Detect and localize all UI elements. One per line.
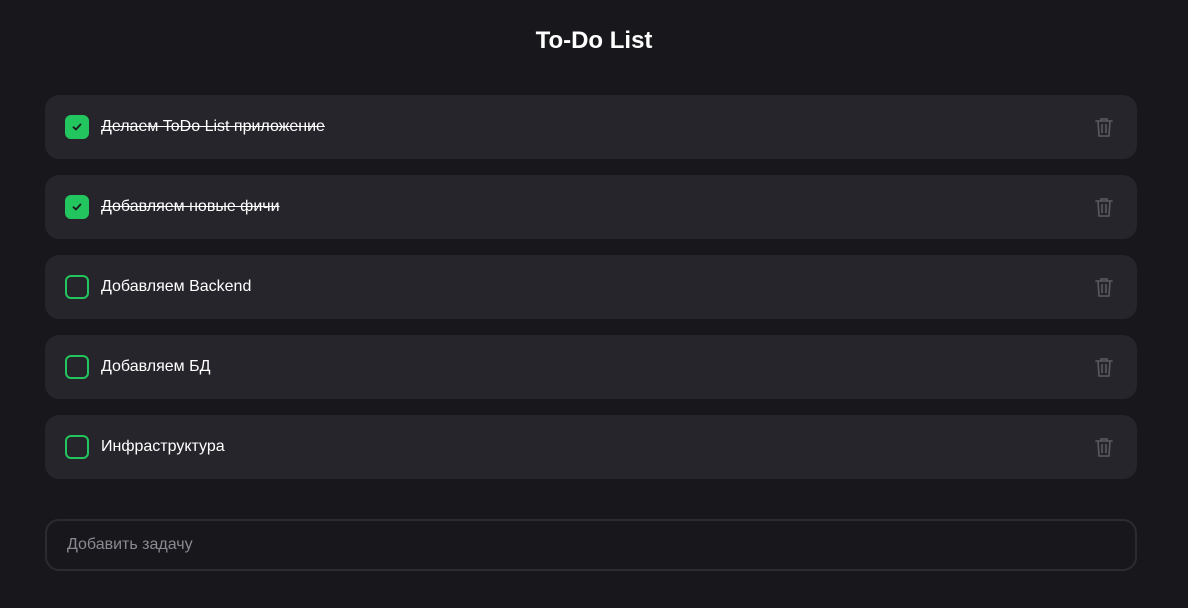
page-title: To-Do List bbox=[535, 27, 653, 54]
task-item: Добавляем БД bbox=[45, 335, 1137, 399]
add-task-input[interactable] bbox=[45, 519, 1137, 571]
task-checkbox[interactable] bbox=[65, 355, 89, 379]
task-item: Добавляем новые фичи bbox=[45, 175, 1137, 239]
task-checkbox[interactable] bbox=[65, 115, 89, 139]
trash-icon[interactable] bbox=[1092, 275, 1116, 299]
task-text: Делаем ToDo List приложение bbox=[101, 118, 325, 135]
task-list: Делаем ToDo List приложение Добавляем но… bbox=[45, 95, 1137, 495]
task-text: Добавляем Backend bbox=[101, 278, 252, 295]
check-icon bbox=[72, 123, 82, 131]
task-item: Добавляем Backend bbox=[45, 255, 1137, 319]
trash-icon[interactable] bbox=[1092, 435, 1116, 459]
task-text: Инфраструктура bbox=[101, 438, 225, 455]
check-icon bbox=[72, 203, 82, 211]
task-checkbox[interactable] bbox=[65, 195, 89, 219]
trash-icon[interactable] bbox=[1092, 195, 1116, 219]
task-item: Делаем ToDo List приложение bbox=[45, 95, 1137, 159]
task-text: Добавляем БД bbox=[101, 358, 211, 375]
task-text: Добавляем новые фичи bbox=[101, 198, 280, 215]
task-checkbox[interactable] bbox=[65, 275, 89, 299]
trash-icon[interactable] bbox=[1092, 115, 1116, 139]
task-item: Инфраструктура bbox=[45, 415, 1137, 479]
trash-icon[interactable] bbox=[1092, 355, 1116, 379]
task-checkbox[interactable] bbox=[65, 435, 89, 459]
